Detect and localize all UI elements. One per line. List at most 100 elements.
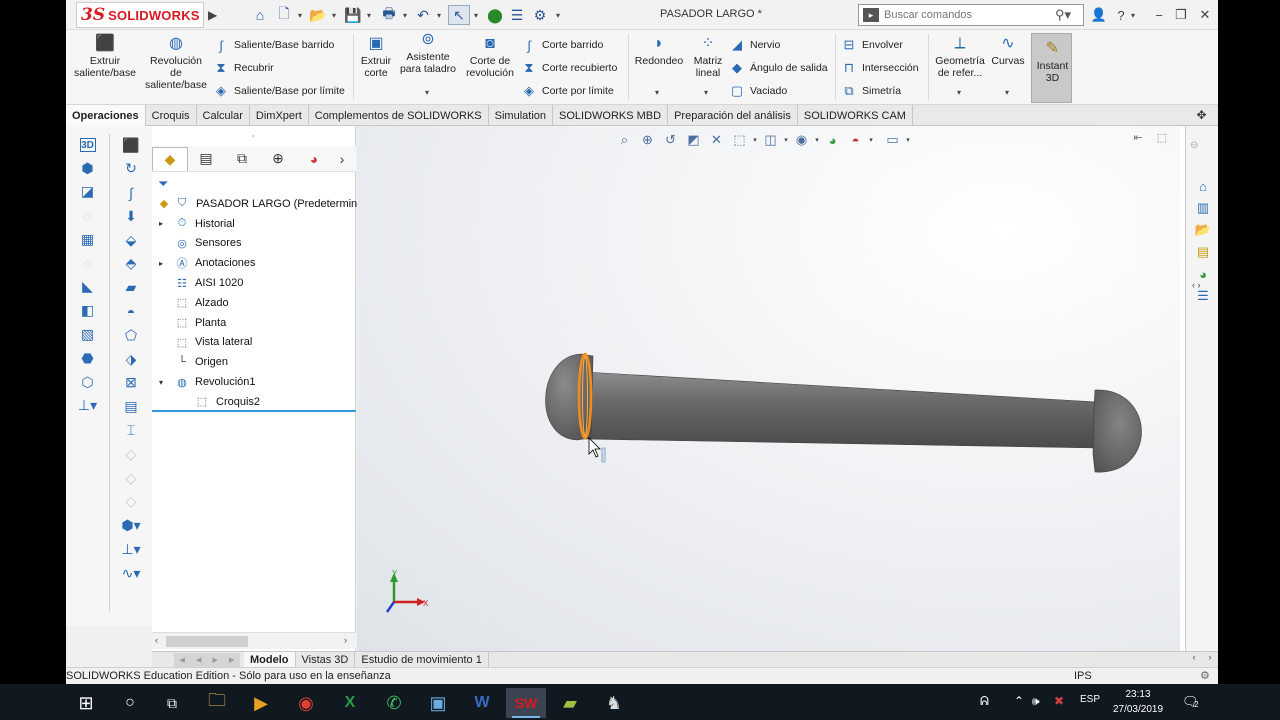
tab-modelo[interactable]: Modelo: [244, 651, 296, 668]
search-commands[interactable]: ▸ ⚲▾: [858, 4, 1084, 26]
tree-item-sensores[interactable]: ◎ Sensores: [152, 234, 356, 254]
move-face-icon[interactable]: ⬙: [120, 229, 142, 251]
volume-icon[interactable]: 🕪: [1032, 694, 1040, 709]
user-icon[interactable]: 👤: [1088, 5, 1110, 25]
scroll-left-icon[interactable]: ‹: [155, 635, 158, 645]
select-icon[interactable]: ↖: [448, 5, 470, 25]
chrome-taskbar-icon[interactable]: ◉: [286, 688, 326, 718]
help-dropdown-icon[interactable]: ▾: [1128, 5, 1138, 25]
plane-tool-icon[interactable]: ▰: [120, 277, 142, 299]
language-indicator[interactable]: ESP: [1080, 694, 1100, 705]
tab-simulation[interactable]: Simulation: [489, 105, 553, 126]
tab-vistas-3d[interactable]: Vistas 3D: [296, 651, 356, 668]
tree-item-croquis2[interactable]: ⬚ Croquis2: [152, 392, 356, 412]
pin-shaft[interactable]: [584, 371, 1098, 449]
lofted-boss-button[interactable]: ⧗ Recubrir: [212, 58, 273, 78]
windows-start-icon[interactable]: ⊞: [66, 688, 106, 718]
undo-dropdown-icon[interactable]: ▾: [434, 5, 444, 25]
select-dropdown-icon[interactable]: ▾: [471, 5, 481, 25]
tree-item-revolucion1[interactable]: ▾ ◍ Revolución1: [152, 372, 356, 392]
task-pane-back-icon[interactable]: ⊖: [1190, 140, 1198, 151]
lofted-cut-button[interactable]: ⧗ Corte recubierto: [520, 58, 617, 78]
graphics-area[interactable]: ⌕ ⊕ ↺ ◩ ✕ ⬚ ▾ ◫ ▾ ◉ ▾ ◕ ◓ ▾ ▭ ▾ ⇤ ⬚ − ❐ …: [357, 126, 1215, 651]
print-icon[interactable]: 🖶: [378, 5, 400, 25]
media-player-taskbar-icon[interactable]: ▶: [241, 688, 281, 718]
view-palette-icon[interactable]: ▤: [1193, 242, 1213, 262]
surface-tool-icon[interactable]: ◧: [77, 300, 99, 322]
shape-tool-icon[interactable]: ⬠: [120, 324, 142, 346]
hole-wizard-button[interactable]: ⊚ Asistente para taladro: [396, 30, 460, 76]
task-pane-pin-icon[interactable]: ✥: [1185, 105, 1218, 126]
swept-cut-button[interactable]: ∫ Corte barrido: [520, 35, 603, 55]
search-icon[interactable]: ⚲▾: [1055, 7, 1083, 23]
intersect-button[interactable]: ⊓ Intersección: [840, 58, 919, 78]
network-icon[interactable]: ✖: [1054, 694, 1064, 708]
dome-tool-icon[interactable]: ◓: [120, 301, 142, 323]
flex-tool-icon[interactable]: ⬗: [120, 348, 142, 370]
feature-tree-scrollbar[interactable]: ‹ ›: [152, 632, 356, 649]
design-library-icon[interactable]: ▥: [1193, 198, 1213, 218]
print-dropdown-icon[interactable]: ▾: [400, 5, 410, 25]
wrap-button[interactable]: ⊟ Envolver: [840, 35, 903, 55]
extrude-tool-icon[interactable]: ⬛: [120, 134, 142, 156]
file-explorer-icon[interactable]: 📂: [1193, 220, 1213, 240]
fillet-dropdown-icon[interactable]: ▾: [655, 88, 659, 97]
more-tabs-icon[interactable]: ›: [332, 147, 352, 171]
app-taskbar-icon[interactable]: ▣: [418, 688, 458, 718]
draft-button[interactable]: ◆ Ángulo de salida: [728, 58, 828, 78]
curves-button[interactable]: ∿ Curvas: [990, 34, 1026, 68]
undo-icon[interactable]: ↶: [412, 5, 434, 25]
new-document-icon[interactable]: 🗋: [273, 5, 295, 25]
open-icon[interactable]: 📂: [307, 5, 329, 25]
display-manager-tab-icon[interactable]: ◕: [296, 147, 332, 171]
feature-tree-tab-icon[interactable]: ◆: [152, 146, 188, 171]
tab-cam[interactable]: SOLIDWORKS CAM: [798, 105, 913, 126]
open-dropdown-icon[interactable]: ▾: [329, 5, 339, 25]
tree-item-vista-lateral[interactable]: ⬚ Vista lateral: [152, 333, 356, 353]
pin-left-head[interactable]: [545, 353, 594, 441]
tree-item-planta[interactable]: ⬚ Planta: [152, 313, 356, 333]
view-box-icon[interactable]: ▦: [77, 228, 99, 250]
word-taskbar-icon[interactable]: W: [462, 688, 502, 718]
pin-part[interactable]: [545, 352, 1142, 473]
file-explorer-taskbar-icon[interactable]: 🗀: [197, 688, 237, 718]
tab-calcular[interactable]: Calcular: [197, 105, 250, 126]
tab-croquis[interactable]: Croquis: [146, 105, 197, 126]
shell-button[interactable]: ▢ Vaciado: [728, 81, 787, 101]
save-dropdown-icon[interactable]: ▾: [364, 5, 374, 25]
unit-system[interactable]: IPS: [1074, 670, 1092, 682]
tab-mbd[interactable]: SOLIDWORKS MBD: [553, 105, 669, 126]
people-icon[interactable]: ᕱ: [980, 694, 989, 709]
cube-icon[interactable]: ◪: [77, 181, 99, 203]
search-input[interactable]: [884, 9, 1055, 21]
combine-tool-icon[interactable]: ⊠: [120, 372, 142, 394]
expand-icon[interactable]: ▸: [156, 219, 166, 228]
tab-operaciones[interactable]: Operaciones: [66, 105, 146, 126]
boundary-boss-button[interactable]: ◈ Saliente/Base por límite: [212, 81, 345, 101]
indent-tool-icon[interactable]: ▤: [120, 396, 142, 418]
layer-icon[interactable]: ⬢: [77, 157, 99, 179]
graphics-scroll-arrows[interactable]: ‹ ›: [1186, 652, 1218, 662]
freeform-tool-icon[interactable]: ⌶: [120, 420, 142, 442]
collapse-icon[interactable]: ▾: [156, 378, 166, 387]
revolve-cut-button[interactable]: ◙ Corte de revolución: [464, 34, 516, 80]
app-taskbar-icon-2[interactable]: ♞: [594, 688, 634, 718]
split-icon[interactable]: ⬘: [120, 253, 142, 275]
fillet-button[interactable]: ◗ Redondeo: [632, 34, 686, 68]
boundary-cut-button[interactable]: ◈ Corte por límite: [520, 81, 614, 101]
extrude-boss-button[interactable]: ⬛ Extruir saliente/base: [74, 34, 136, 80]
hole-wizard-dropdown-icon[interactable]: ▾: [425, 88, 429, 97]
menu-expand-icon[interactable]: ▶: [208, 8, 217, 22]
show-hidden-icons-icon[interactable]: ⌃: [1014, 694, 1024, 708]
extrude-cut-button[interactable]: ▣ Extruir corte: [358, 34, 394, 80]
whatsapp-taskbar-icon[interactable]: ✆: [374, 688, 414, 718]
pin-right-head[interactable]: [1092, 389, 1142, 473]
sheet-metal-icon[interactable]: ⬢▾: [120, 515, 142, 537]
tree-root[interactable]: ◆ ⛉ PASADOR LARGO (Predetermina: [152, 194, 364, 214]
dimxpert-manager-tab-icon[interactable]: ⊕: [260, 147, 296, 171]
scroll-right-icon[interactable]: ›: [344, 635, 347, 645]
instant-3d-button[interactable]: ✎ Instant 3D: [1031, 33, 1072, 103]
options-gear-icon[interactable]: ⚙: [529, 5, 551, 25]
edge-tool-icon[interactable]: ◣: [77, 276, 99, 298]
clock[interactable]: 23:13 27/03/2019: [1110, 687, 1166, 717]
